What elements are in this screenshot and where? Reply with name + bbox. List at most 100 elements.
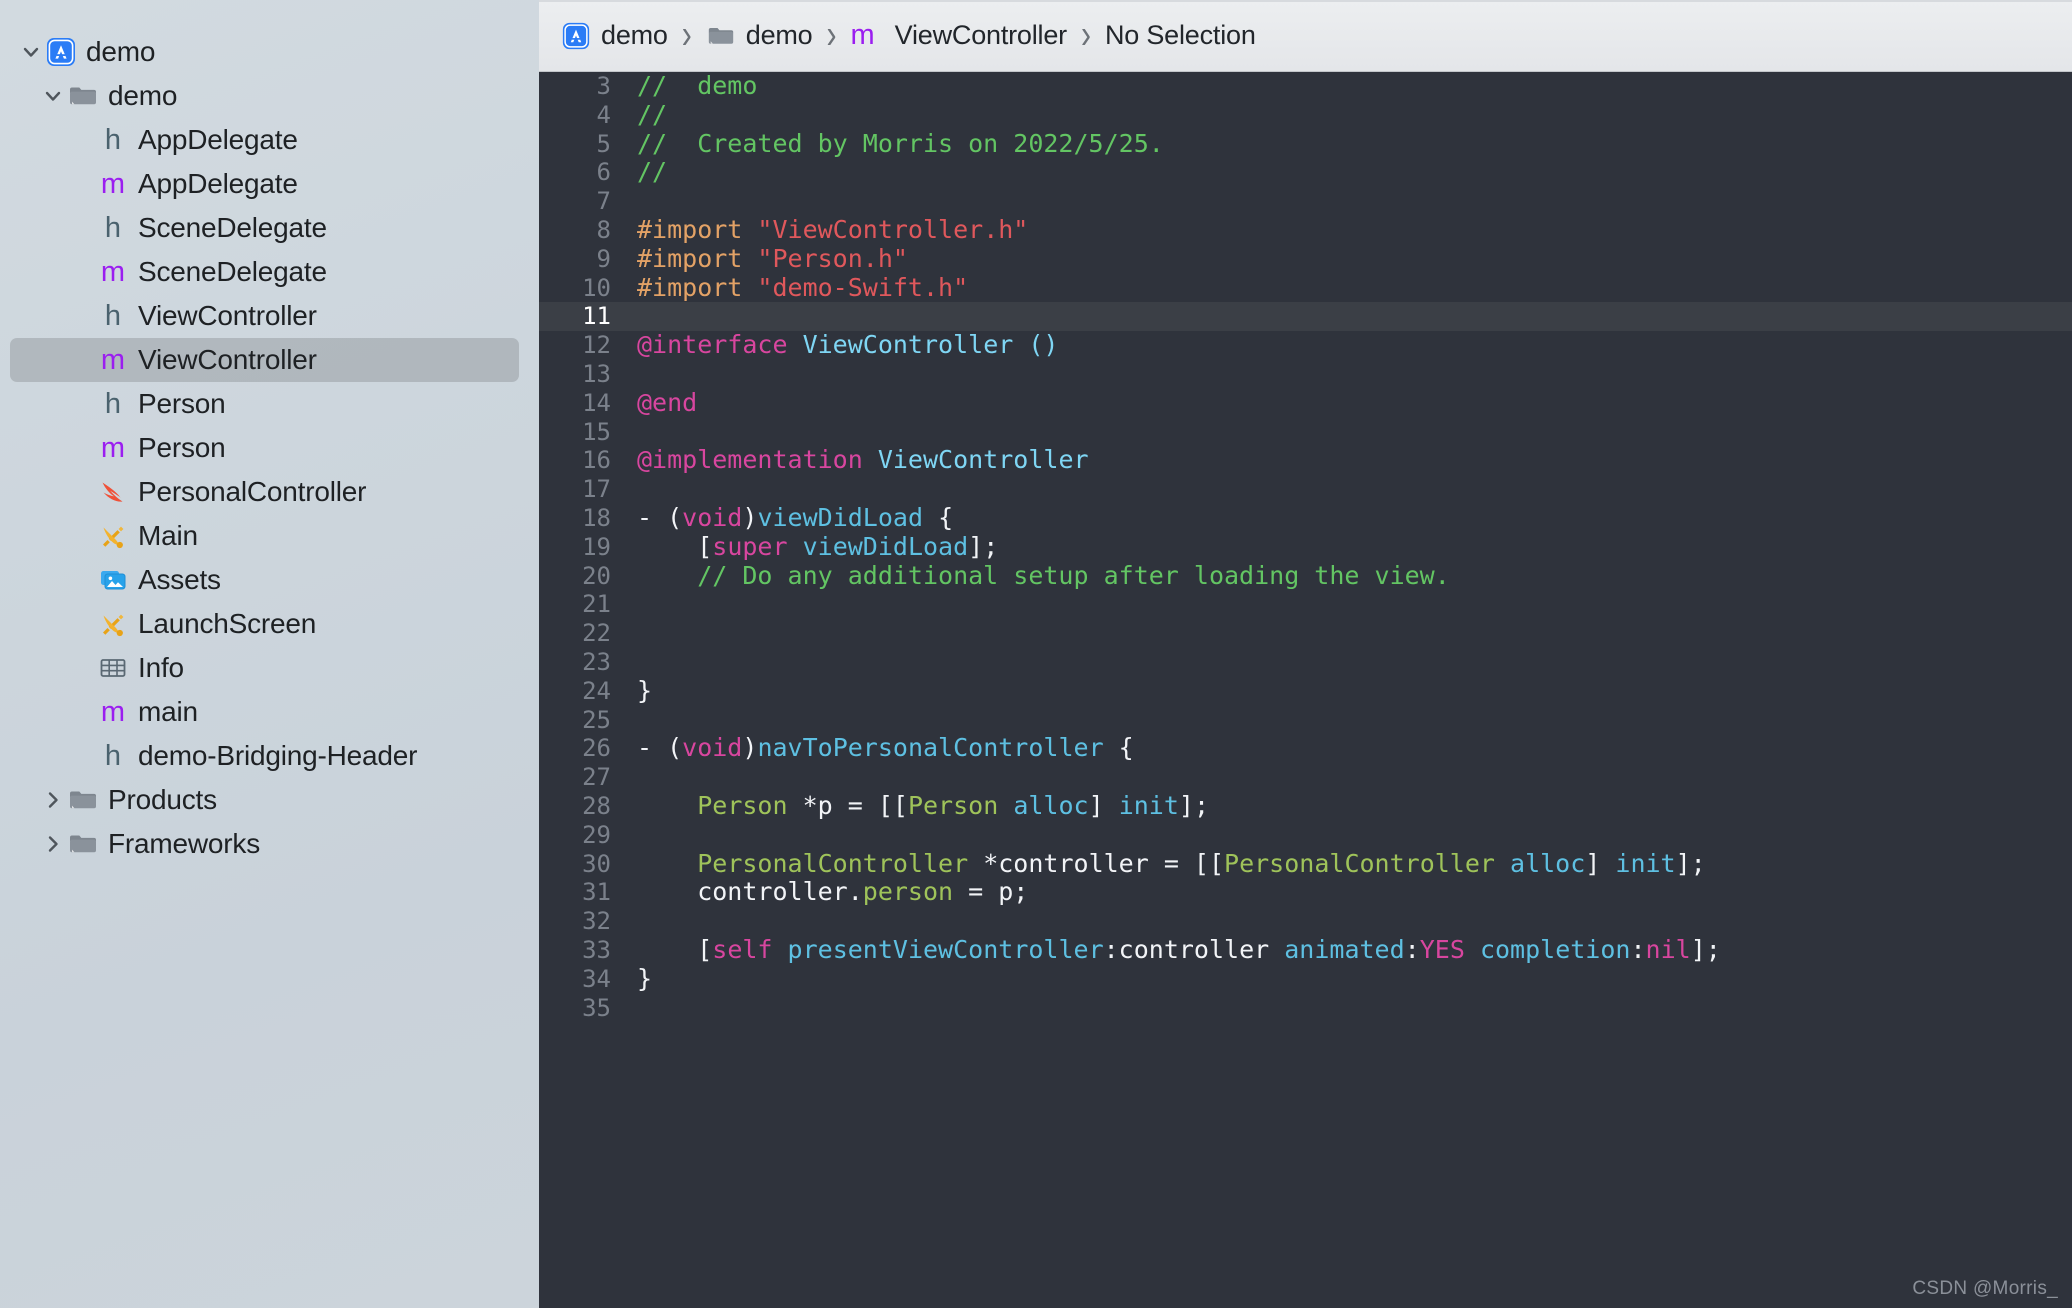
code-line[interactable]: 8 #import "ViewController.h" (539, 215, 2072, 245)
code-line[interactable]: 10 #import "demo-Swift.h" (539, 272, 2072, 303)
code-token: void (682, 733, 743, 763)
code-token: #import (637, 272, 758, 302)
code-token: - ( (637, 502, 683, 532)
swift-file-icon (96, 476, 130, 508)
swift-file-icon (97, 476, 129, 508)
app-icon (561, 21, 591, 51)
code-line[interactable]: 25 (539, 706, 2072, 735)
navigator-item-personalcontroller[interactable]: PersonalController (10, 470, 519, 514)
code-line[interactable]: 33 [self presentViewController:controlle… (539, 934, 2072, 965)
jump-bar-breadcrumb[interactable]: demo › demo › m ViewController › No Selection (539, 0, 2072, 72)
code-line[interactable]: 14 @end (539, 388, 2072, 418)
chevron-down-icon[interactable] (40, 85, 66, 107)
navigator-item-main[interactable]: m main (10, 690, 519, 734)
code-line[interactable]: 22 (539, 619, 2072, 648)
project-navigator[interactable]: demo demo h AppDelegate m AppDelegate h SceneDe… (0, 0, 539, 1308)
line-number: 21 (582, 590, 611, 619)
code-line[interactable]: 31 controller.person = p; (539, 877, 2072, 907)
line-number: 3 (596, 72, 611, 100)
code-line[interactable]: 6 // (539, 157, 2072, 187)
navigator-item-person[interactable]: m Person (10, 426, 519, 470)
code-line[interactable]: 29 (539, 821, 2072, 850)
code-token: void (682, 502, 743, 532)
line-number: 29 (582, 820, 611, 849)
navigator-item-viewcontroller[interactable]: h ViewController (10, 294, 519, 338)
navigator-item-appdelegate[interactable]: h AppDelegate (10, 118, 519, 162)
code-line[interactable]: 18 - (void)viewDidLoad { (539, 502, 2072, 533)
code-line[interactable]: 12 @interface ViewController () (539, 330, 2072, 360)
code-line[interactable]: 30 PersonalController *controller = [[Pe… (539, 849, 2072, 879)
code-line[interactable]: 21 (539, 590, 2072, 619)
breadcrumb-item-demo[interactable]: demo (561, 20, 668, 51)
navigator-item-demo[interactable]: demo (10, 74, 519, 118)
code-line-text: } (629, 964, 652, 994)
navigator-item-viewcontroller[interactable]: m ViewController (10, 338, 519, 382)
code-line[interactable]: 28 Person *p = [[Person alloc] init]; (539, 791, 2072, 821)
code-line[interactable]: 16 @implementation ViewController (539, 445, 2072, 475)
code-line[interactable]: 27 (539, 763, 2072, 792)
navigator-item-demo[interactable]: demo (10, 30, 519, 74)
breadcrumb-item-viewcontroller[interactable]: m ViewController (851, 19, 1068, 52)
code-line[interactable]: 5 // Created by Morris on 2022/5/25. (539, 129, 2072, 159)
code-line[interactable]: 35 (539, 994, 2072, 1023)
code-token: - ( (637, 733, 683, 763)
chevron-down-icon[interactable] (18, 41, 44, 63)
code-line[interactable]: 23 (539, 648, 2072, 677)
line-number: 12 (582, 331, 611, 360)
assets-catalog-icon (97, 564, 129, 596)
navigator-item-scenedelegate[interactable]: h SceneDelegate (10, 206, 519, 250)
code-line[interactable]: 19 [super viewDidLoad]; (539, 532, 2072, 562)
navigator-item-scenedelegate[interactable]: m SceneDelegate (10, 250, 519, 294)
code-line[interactable]: 13 (539, 360, 2072, 389)
navigator-item-assets[interactable]: Assets (10, 558, 519, 602)
line-number: 18 (582, 503, 611, 532)
navigator-item-frameworks[interactable]: Frameworks (10, 822, 519, 866)
code-token: // (637, 99, 668, 129)
code-token: self (712, 934, 773, 964)
code-line-text: @interface ViewController () (629, 330, 1058, 360)
navigator-item-main[interactable]: Main (10, 514, 519, 558)
line-number: 11 (582, 302, 611, 331)
line-number: 22 (582, 619, 611, 648)
code-line[interactable]: 7 (539, 187, 2072, 216)
navigator-item-label: Info (138, 652, 184, 683)
chevron-right-icon[interactable] (40, 833, 66, 855)
storyboard-icon (97, 608, 129, 640)
code-line[interactable]: 3 // demo (539, 72, 2072, 101)
code-line[interactable]: 15 (539, 418, 2072, 447)
navigator-item-label: Assets (138, 564, 221, 595)
chevron-right-icon[interactable] (40, 789, 66, 811)
navigator-item-person[interactable]: h Person (10, 382, 519, 426)
code-line[interactable]: 24} (539, 676, 2072, 706)
navigator-item-info[interactable]: Info (10, 646, 519, 690)
navigator-item-demo-bridging-header[interactable]: h demo-Bridging-Header (10, 734, 519, 778)
code-line[interactable]: 32 (539, 907, 2072, 936)
code-token: { (1103, 733, 1134, 763)
code-line-text: [super viewDidLoad]; (629, 532, 998, 562)
code-line[interactable]: 34} (539, 964, 2072, 994)
navigator-item-label: AppDelegate (138, 168, 298, 199)
code-token: "Person.h" (757, 243, 908, 273)
navigator-item-products[interactable]: Products (10, 778, 519, 822)
breadcrumb-item-demo[interactable]: demo (706, 20, 813, 51)
code-line-text: // (629, 157, 667, 187)
navigator-item-launchscreen[interactable]: LaunchScreen (10, 602, 519, 646)
code-line[interactable]: 4 // (539, 99, 2072, 130)
source-code-editor[interactable]: 3 // demo 4 // 5 // Created by Morris on 2022… (539, 72, 2072, 1308)
navigator-item-appdelegate[interactable]: m AppDelegate (10, 162, 519, 206)
code-line-text: PersonalController *controller = [[Perso… (629, 849, 1706, 879)
folder-icon (706, 21, 736, 51)
code-line[interactable]: 9 #import "Person.h" (539, 243, 2072, 274)
breadcrumb-item-no-selection[interactable]: No Selection (1105, 20, 1256, 51)
code-line[interactable]: 20 // Do any additional setup after load… (539, 561, 2072, 591)
code-line[interactable]: 17 (539, 475, 2072, 504)
watermark-text: CSDN @Morris_ (1912, 1278, 2058, 1299)
code-line[interactable]: 11 (539, 302, 2072, 332)
breadcrumb-label: ViewController (894, 20, 1067, 50)
code-line-text: @implementation ViewController (629, 445, 1089, 475)
line-number: 19 (582, 532, 611, 561)
code-line[interactable]: 26 - (void)navToPersonalController { (539, 733, 2072, 763)
code-token: ) (742, 733, 758, 763)
